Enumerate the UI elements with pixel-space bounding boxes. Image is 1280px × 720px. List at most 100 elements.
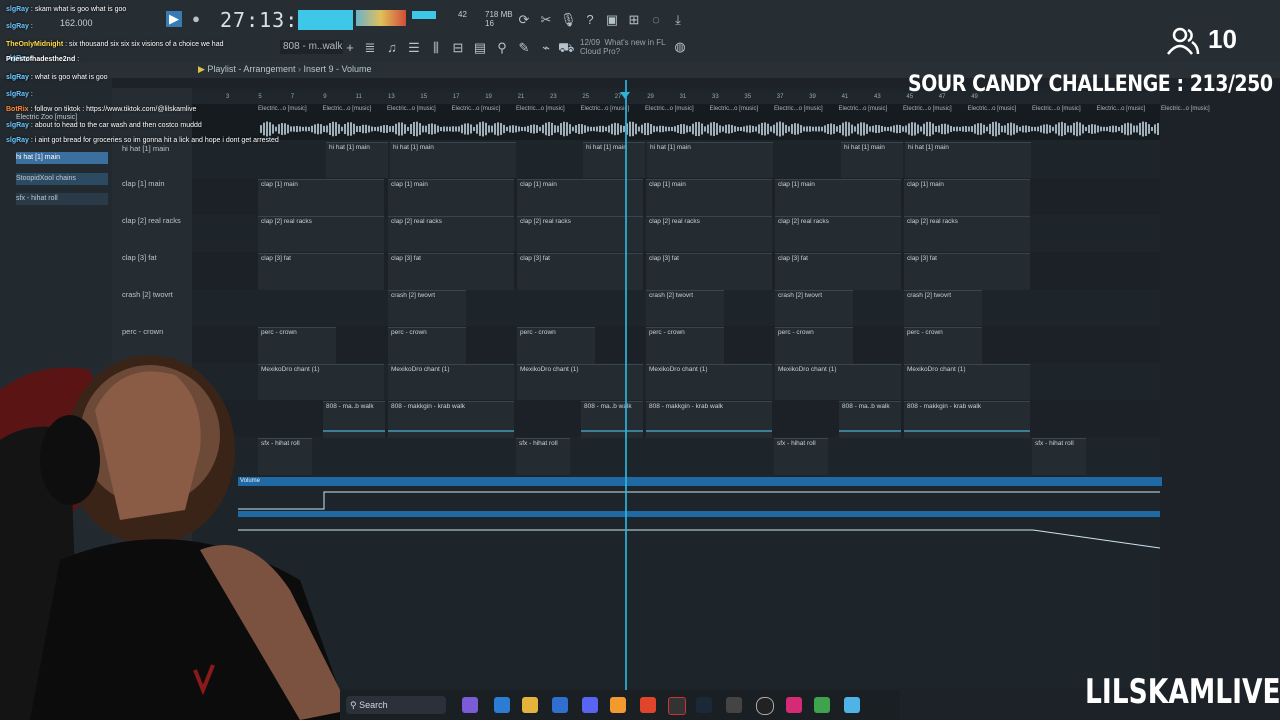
automation-curve-volume[interactable] — [238, 489, 1160, 517]
cart-icon[interactable]: ⛟ — [558, 40, 574, 56]
mixer-view-icon[interactable]: ⫼ — [428, 40, 444, 56]
playhead[interactable] — [625, 80, 627, 690]
pattern-clip[interactable]: clap [1] main — [775, 179, 901, 216]
audio-clip-label: Electric...o [music] — [322, 106, 372, 112]
pattern-clip[interactable]: hi hat [1] main — [647, 142, 773, 179]
pattern-clip[interactable]: hi hat [1] main — [583, 142, 645, 179]
track-label[interactable]: hi hat [1] main — [122, 144, 169, 153]
discord-icon[interactable] — [582, 697, 598, 713]
pattern-clip[interactable]: perc - crown — [904, 327, 982, 364]
pattern-clip[interactable]: MexikoDro chant (1) — [646, 364, 772, 401]
notepad-icon[interactable] — [844, 697, 860, 713]
pattern-clip[interactable]: hi hat [1] main — [905, 142, 1031, 179]
pattern-clip[interactable]: clap [3] fat — [646, 253, 772, 290]
instagram-icon[interactable] — [786, 697, 802, 713]
pattern-clip[interactable]: MexikoDro chant (1) — [775, 364, 901, 401]
playhead-marker[interactable] — [620, 92, 630, 99]
steam-icon[interactable] — [696, 697, 712, 713]
browser-item[interactable]: sfx - hihat roll — [16, 193, 108, 205]
download-icon[interactable]: ⤓ — [670, 12, 686, 28]
plug-icon[interactable]: ⌁ — [538, 40, 554, 56]
pattern-clip[interactable]: clap [3] fat — [775, 253, 901, 290]
playlist-icon[interactable]: ≣ — [362, 40, 378, 56]
piano-roll-icon[interactable]: ♫ — [384, 40, 400, 56]
pattern-clip[interactable]: 808 - ma..b walk — [839, 401, 901, 438]
refresh-icon[interactable]: ⟳ — [516, 12, 532, 28]
browser-item-selected[interactable]: hi hat [1] main — [16, 152, 108, 164]
pattern-clip[interactable]: clap [2] real racks — [388, 216, 514, 253]
globe-icon[interactable]: ◍ — [672, 39, 688, 55]
pattern-clip[interactable]: clap [3] fat — [258, 253, 384, 290]
pattern-clip[interactable]: clap [2] real racks — [258, 216, 384, 253]
file-explorer-icon[interactable] — [522, 697, 538, 713]
track-label[interactable]: clap [3] fat — [122, 253, 157, 262]
app-icon[interactable] — [726, 697, 742, 713]
pattern-clip[interactable]: clap [3] fat — [388, 253, 514, 290]
fl-studio-icon[interactable] — [610, 697, 626, 713]
store-icon[interactable] — [552, 697, 568, 713]
pattern-clip[interactable]: hi hat [1] main — [326, 142, 388, 179]
layers-icon[interactable] — [814, 697, 830, 713]
pattern-clip[interactable]: MexikoDro chant (1) — [904, 364, 1030, 401]
pin-icon[interactable]: ⚲ — [494, 40, 510, 56]
channel-rack-icon[interactable]: ⊟ — [450, 40, 466, 56]
add-pattern-icon[interactable]: + — [342, 40, 358, 56]
browser-item[interactable]: StoopidXool chains — [16, 173, 108, 185]
pattern-clip[interactable]: clap [1] main — [258, 179, 384, 216]
pattern-clip[interactable]: hi hat [1] main — [390, 142, 516, 179]
pattern-clip[interactable]: perc - crown — [388, 327, 466, 364]
chat-message: slgRay : — [6, 23, 33, 30]
automation-clip[interactable]: Volume — [238, 477, 1162, 486]
pattern-clip[interactable]: perc - crown — [646, 327, 724, 364]
brush-icon[interactable]: ✎ — [516, 40, 532, 56]
obs-icon[interactable] — [668, 697, 686, 715]
pattern-clip[interactable]: 808 - makkgin - krab walk — [388, 401, 514, 438]
pattern-clip[interactable]: perc - crown — [517, 327, 595, 364]
chat-icon[interactable]: ◌ — [648, 12, 664, 28]
pattern-clip[interactable]: 808 - makkgin - krab walk — [904, 401, 1030, 438]
play-button[interactable]: ▶ — [166, 11, 182, 27]
master-volume[interactable] — [412, 11, 436, 19]
tempo-display[interactable]: 162.000 — [60, 18, 93, 28]
track-label[interactable]: clap [1] main — [122, 179, 165, 188]
pattern-clip[interactable]: clap [2] real racks — [904, 216, 1030, 253]
plugin-icon[interactable]: ▤ — [472, 40, 488, 56]
pattern-clip[interactable]: crash [2] twovrt — [388, 290, 466, 327]
news-title: What's new in FL — [604, 38, 666, 47]
mixer-icon[interactable]: ⊞ — [626, 12, 642, 28]
pattern-clip[interactable]: clap [1] main — [646, 179, 772, 216]
pattern-clip[interactable]: sfx - hihat roll — [1032, 438, 1086, 475]
save-icon[interactable]: ▣ — [604, 12, 620, 28]
pattern-clip[interactable]: sfx - hihat roll — [516, 438, 570, 475]
cut-icon[interactable]: ✂ — [538, 12, 554, 28]
pattern-clip[interactable]: hi hat [1] main — [841, 142, 903, 179]
pattern-clip[interactable]: perc - crown — [775, 327, 853, 364]
pattern-clip[interactable]: clap [2] real racks — [775, 216, 901, 253]
pattern-selector[interactable]: 808 - m..walk — [280, 40, 343, 54]
browser-icon[interactable]: ☰ — [406, 40, 422, 56]
pattern-clip[interactable]: clap [3] fat — [904, 253, 1030, 290]
pattern-clip[interactable]: clap [2] real racks — [646, 216, 772, 253]
pattern-clip[interactable]: MexikoDro chant (1) — [388, 364, 514, 401]
news-panel[interactable]: 12/09 What's new in FL Cloud Pro? — [580, 38, 666, 56]
pattern-clip[interactable]: crash [2] twovrt — [646, 290, 724, 327]
widgets-icon[interactable] — [462, 697, 478, 713]
pattern-clip[interactable]: crash [2] twovrt — [904, 290, 982, 327]
4k-icon[interactable] — [756, 697, 774, 715]
cpu-readout: 42 — [458, 10, 467, 19]
track-label[interactable]: clap [2] real racks — [122, 216, 181, 225]
help-icon[interactable]: ? — [582, 12, 598, 28]
pattern-clip[interactable]: clap [1] main — [904, 179, 1030, 216]
pattern-clip[interactable]: 808 - makkgin - krab walk — [646, 401, 772, 438]
pattern-clip[interactable]: clap [1] main — [388, 179, 514, 216]
record-icon[interactable]: ● — [188, 11, 204, 27]
brave-icon[interactable] — [640, 697, 656, 713]
taskbar-search[interactable]: ⚲ Search — [346, 696, 446, 714]
track-label[interactable]: crash [2] twovrt — [122, 290, 173, 299]
pattern-clip[interactable]: crash [2] twovrt — [775, 290, 853, 327]
mic-icon[interactable]: 🎙 — [560, 12, 577, 28]
copilot-icon[interactable] — [494, 697, 510, 713]
pattern-clip[interactable]: 808 - ma..b walk — [581, 401, 643, 438]
pattern-clip[interactable]: sfx - hihat roll — [774, 438, 828, 475]
automation-curve-fade[interactable] — [238, 526, 1160, 550]
